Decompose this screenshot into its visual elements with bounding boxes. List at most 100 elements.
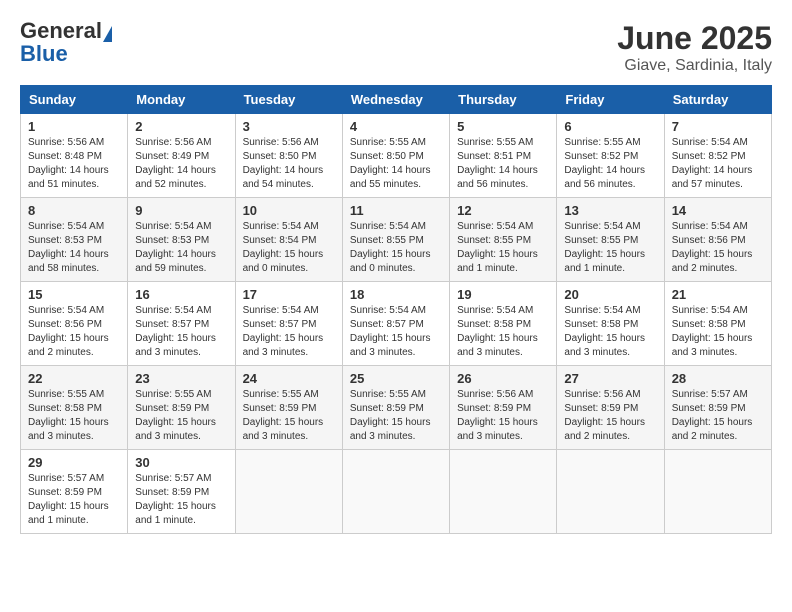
calendar-cell: 13 Sunrise: 5:54 AMSunset: 8:55 PMDayligh… <box>557 198 664 282</box>
calendar-cell: 30 Sunrise: 5:57 AMSunset: 8:59 PMDayligh… <box>128 450 235 534</box>
calendar-cell <box>557 450 664 534</box>
weekday-header-monday: Monday <box>128 86 235 114</box>
calendar-cell: 29 Sunrise: 5:57 AMSunset: 8:59 PMDayligh… <box>21 450 128 534</box>
calendar-week-5: 29 Sunrise: 5:57 AMSunset: 8:59 PMDayligh… <box>21 450 772 534</box>
day-number: 27 <box>564 371 656 386</box>
calendar-cell: 18 Sunrise: 5:54 AMSunset: 8:57 PMDayligh… <box>342 282 449 366</box>
calendar-cell: 3 Sunrise: 5:56 AMSunset: 8:50 PMDaylight… <box>235 114 342 198</box>
day-info: Sunrise: 5:54 AMSunset: 8:57 PMDaylight:… <box>243 304 335 360</box>
day-info: Sunrise: 5:54 AMSunset: 8:55 PMDaylight:… <box>564 220 656 276</box>
day-number: 1 <box>28 119 120 134</box>
day-number: 19 <box>457 287 549 302</box>
day-info: Sunrise: 5:54 AMSunset: 8:52 PMDaylight:… <box>672 136 764 192</box>
day-info: Sunrise: 5:57 AMSunset: 8:59 PMDaylight:… <box>135 472 227 528</box>
day-info: Sunrise: 5:54 AMSunset: 8:57 PMDaylight:… <box>350 304 442 360</box>
day-number: 9 <box>135 203 227 218</box>
page-header: General Blue June 2025 Giave, Sardinia, … <box>20 20 772 75</box>
logo: General Blue <box>20 20 112 65</box>
day-number: 7 <box>672 119 764 134</box>
calendar-week-1: 1 Sunrise: 5:56 AMSunset: 8:48 PMDaylight… <box>21 114 772 198</box>
calendar-cell: 1 Sunrise: 5:56 AMSunset: 8:48 PMDaylight… <box>21 114 128 198</box>
day-number: 18 <box>350 287 442 302</box>
day-number: 14 <box>672 203 764 218</box>
calendar-cell: 23 Sunrise: 5:55 AMSunset: 8:59 PMDayligh… <box>128 366 235 450</box>
weekday-header-tuesday: Tuesday <box>235 86 342 114</box>
calendar-cell: 2 Sunrise: 5:56 AMSunset: 8:49 PMDaylight… <box>128 114 235 198</box>
logo-triangle-icon <box>103 26 112 42</box>
calendar-cell: 10 Sunrise: 5:54 AMSunset: 8:54 PMDayligh… <box>235 198 342 282</box>
day-info: Sunrise: 5:54 AMSunset: 8:53 PMDaylight:… <box>135 220 227 276</box>
day-info: Sunrise: 5:56 AMSunset: 8:59 PMDaylight:… <box>457 388 549 444</box>
day-info: Sunrise: 5:55 AMSunset: 8:58 PMDaylight:… <box>28 388 120 444</box>
day-info: Sunrise: 5:55 AMSunset: 8:59 PMDaylight:… <box>135 388 227 444</box>
calendar-cell: 24 Sunrise: 5:55 AMSunset: 8:59 PMDayligh… <box>235 366 342 450</box>
weekday-header-saturday: Saturday <box>664 86 771 114</box>
title-block: June 2025 Giave, Sardinia, Italy <box>617 20 772 75</box>
calendar-cell: 15 Sunrise: 5:54 AMSunset: 8:56 PMDayligh… <box>21 282 128 366</box>
day-info: Sunrise: 5:54 AMSunset: 8:56 PMDaylight:… <box>672 220 764 276</box>
day-number: 10 <box>243 203 335 218</box>
day-info: Sunrise: 5:56 AMSunset: 8:48 PMDaylight:… <box>28 136 120 192</box>
weekday-header-thursday: Thursday <box>450 86 557 114</box>
day-info: Sunrise: 5:55 AMSunset: 8:59 PMDaylight:… <box>243 388 335 444</box>
day-number: 5 <box>457 119 549 134</box>
day-number: 3 <box>243 119 335 134</box>
calendar-cell: 9 Sunrise: 5:54 AMSunset: 8:53 PMDaylight… <box>128 198 235 282</box>
calendar-week-4: 22Sunrise: 5:55 AMSunset: 8:58 PMDayligh… <box>21 366 772 450</box>
day-info: Sunrise: 5:54 AMSunset: 8:53 PMDaylight:… <box>28 220 120 276</box>
day-info: Sunrise: 5:57 AMSunset: 8:59 PMDaylight:… <box>672 388 764 444</box>
calendar-cell: 17Sunrise: 5:54 AMSunset: 8:57 PMDayligh… <box>235 282 342 366</box>
calendar-title: June 2025 <box>617 20 772 57</box>
day-number: 26 <box>457 371 549 386</box>
day-info: Sunrise: 5:55 AMSunset: 8:51 PMDaylight:… <box>457 136 549 192</box>
day-info: Sunrise: 5:57 AMSunset: 8:59 PMDaylight:… <box>28 472 120 528</box>
day-info: Sunrise: 5:54 AMSunset: 8:58 PMDaylight:… <box>457 304 549 360</box>
calendar-cell: 4 Sunrise: 5:55 AMSunset: 8:50 PMDaylight… <box>342 114 449 198</box>
day-number: 29 <box>28 455 120 470</box>
calendar-cell: 28 Sunrise: 5:57 AMSunset: 8:59 PMDayligh… <box>664 366 771 450</box>
day-number: 30 <box>135 455 227 470</box>
calendar-cell: 27 Sunrise: 5:56 AMSunset: 8:59 PMDayligh… <box>557 366 664 450</box>
weekday-header-friday: Friday <box>557 86 664 114</box>
day-info: Sunrise: 5:54 AMSunset: 8:55 PMDaylight:… <box>457 220 549 276</box>
day-number: 25 <box>350 371 442 386</box>
calendar-cell: 6Sunrise: 5:55 AMSunset: 8:52 PMDaylight… <box>557 114 664 198</box>
day-number: 28 <box>672 371 764 386</box>
day-number: 23 <box>135 371 227 386</box>
day-number: 16 <box>135 287 227 302</box>
day-info: Sunrise: 5:54 AMSunset: 8:55 PMDaylight:… <box>350 220 442 276</box>
calendar-cell: 5 Sunrise: 5:55 AMSunset: 8:51 PMDaylight… <box>450 114 557 198</box>
day-info: Sunrise: 5:56 AMSunset: 8:50 PMDaylight:… <box>243 136 335 192</box>
day-number: 21 <box>672 287 764 302</box>
day-number: 11 <box>350 203 442 218</box>
day-number: 2 <box>135 119 227 134</box>
calendar-cell: 11 Sunrise: 5:54 AMSunset: 8:55 PMDayligh… <box>342 198 449 282</box>
day-info: Sunrise: 5:54 AMSunset: 8:57 PMDaylight:… <box>135 304 227 360</box>
weekday-header-row: SundayMondayTuesdayWednesdayThursdayFrid… <box>21 86 772 114</box>
calendar-cell <box>450 450 557 534</box>
calendar-cell: 25 Sunrise: 5:55 AMSunset: 8:59 PMDayligh… <box>342 366 449 450</box>
calendar-subtitle: Giave, Sardinia, Italy <box>617 57 772 75</box>
day-number: 15 <box>28 287 120 302</box>
day-number: 12 <box>457 203 549 218</box>
weekday-header-sunday: Sunday <box>21 86 128 114</box>
day-number: 8 <box>28 203 120 218</box>
day-info: Sunrise: 5:56 AMSunset: 8:49 PMDaylight:… <box>135 136 227 192</box>
day-number: 20 <box>564 287 656 302</box>
day-info: Sunrise: 5:54 AMSunset: 8:58 PMDaylight:… <box>672 304 764 360</box>
calendar-cell: 12 Sunrise: 5:54 AMSunset: 8:55 PMDayligh… <box>450 198 557 282</box>
day-number: 4 <box>350 119 442 134</box>
day-info: Sunrise: 5:54 AMSunset: 8:56 PMDaylight:… <box>28 304 120 360</box>
calendar-cell: 20Sunrise: 5:54 AMSunset: 8:58 PMDayligh… <box>557 282 664 366</box>
day-info: Sunrise: 5:56 AMSunset: 8:59 PMDaylight:… <box>564 388 656 444</box>
calendar-cell: 22Sunrise: 5:55 AMSunset: 8:58 PMDayligh… <box>21 366 128 450</box>
weekday-header-wednesday: Wednesday <box>342 86 449 114</box>
calendar-table: SundayMondayTuesdayWednesdayThursdayFrid… <box>20 85 772 534</box>
day-number: 24 <box>243 371 335 386</box>
day-info: Sunrise: 5:54 AMSunset: 8:54 PMDaylight:… <box>243 220 335 276</box>
day-number: 13 <box>564 203 656 218</box>
calendar-cell: 14 Sunrise: 5:54 AMSunset: 8:56 PMDayligh… <box>664 198 771 282</box>
calendar-cell <box>664 450 771 534</box>
day-info: Sunrise: 5:55 AMSunset: 8:59 PMDaylight:… <box>350 388 442 444</box>
day-info: Sunrise: 5:55 AMSunset: 8:50 PMDaylight:… <box>350 136 442 192</box>
